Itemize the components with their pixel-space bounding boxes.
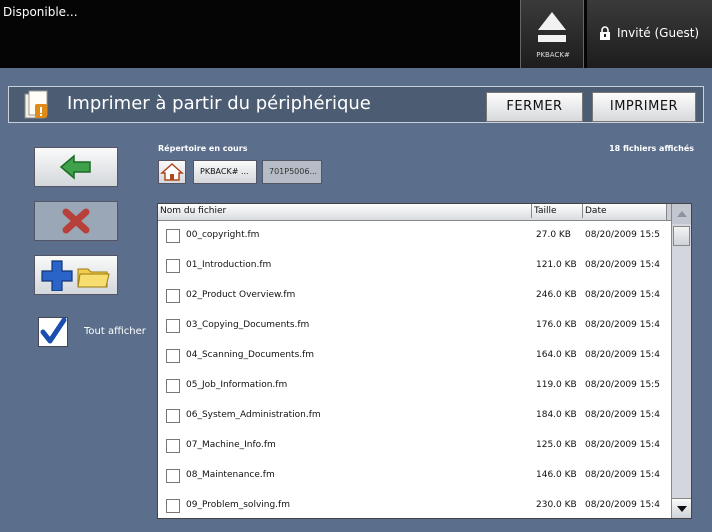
file-size: 176.0 KB bbox=[536, 320, 577, 330]
file-date: 08/20/2009 15:4 bbox=[585, 290, 660, 300]
file-date: 08/20/2009 15:4 bbox=[585, 470, 660, 480]
file-size: 27.0 KB bbox=[536, 230, 571, 240]
file-date: 08/20/2009 15:4 bbox=[585, 350, 660, 360]
home-icon bbox=[160, 162, 184, 181]
file-name: 07_Machine_Info.fm bbox=[186, 440, 276, 450]
show-all-label: Tout afficher bbox=[84, 326, 146, 337]
file-name: 00_copyright.fm bbox=[186, 230, 260, 240]
file-size: 119.0 KB bbox=[536, 380, 577, 390]
row-checkbox[interactable] bbox=[166, 409, 180, 423]
file-name: 04_Scanning_Documents.fm bbox=[186, 350, 315, 360]
vertical-scrollbar[interactable] bbox=[671, 204, 691, 518]
file-date: 08/20/2009 15:4 bbox=[585, 410, 660, 420]
document-icon bbox=[24, 90, 48, 119]
file-date: 08/20/2009 15:5 bbox=[585, 380, 660, 390]
table-row[interactable]: 01_Introduction.fm 121.0 KB 08/20/2009 1… bbox=[158, 251, 670, 281]
guest-user-button[interactable]: Invité (Guest) bbox=[587, 0, 712, 68]
row-checkbox[interactable] bbox=[166, 319, 180, 333]
home-directory-button[interactable] bbox=[158, 160, 186, 184]
row-checkbox[interactable] bbox=[166, 499, 180, 513]
file-name: 01_Introduction.fm bbox=[186, 260, 272, 270]
table-row[interactable]: 03_Copying_Documents.fm 176.0 KB 08/20/2… bbox=[158, 311, 670, 341]
guest-label: Invité (Guest) bbox=[617, 26, 700, 40]
file-size: 125.0 KB bbox=[536, 440, 577, 450]
breadcrumb-current-folder[interactable]: 701P5006... bbox=[262, 160, 322, 184]
file-name: 05_Job_Information.fm bbox=[186, 380, 288, 390]
row-checkbox[interactable] bbox=[166, 349, 180, 363]
row-checkbox[interactable] bbox=[166, 289, 180, 303]
row-checkbox[interactable] bbox=[166, 439, 180, 453]
print-button[interactable]: IMPRIMER bbox=[592, 92, 696, 122]
file-list-table: Nom du fichier Taille Date 00_copyright.… bbox=[157, 203, 692, 519]
back-arrow-icon bbox=[59, 154, 91, 180]
file-size: 184.0 KB bbox=[536, 410, 577, 420]
scroll-down-button[interactable] bbox=[672, 498, 691, 518]
eject-icon bbox=[538, 12, 566, 42]
file-name: 08_Maintenance.fm bbox=[186, 470, 275, 480]
top-status-bar: Disponible... PKBACK# Invité (Guest) bbox=[0, 0, 712, 68]
table-row[interactable]: 04_Scanning_Documents.fm 164.0 KB 08/20/… bbox=[158, 341, 670, 371]
table-row[interactable]: 05_Job_Information.fm 119.0 KB 08/20/200… bbox=[158, 371, 670, 401]
row-checkbox[interactable] bbox=[166, 259, 180, 273]
delete-button[interactable] bbox=[34, 201, 118, 241]
table-row[interactable]: 08_Maintenance.fm 146.0 KB 08/20/2009 15… bbox=[158, 461, 670, 491]
row-checkbox[interactable] bbox=[166, 469, 180, 483]
file-name: 02_Product Overview.fm bbox=[186, 290, 296, 300]
file-date: 08/20/2009 15:5 bbox=[585, 230, 660, 240]
column-header-date[interactable]: Date bbox=[582, 204, 607, 218]
delete-x-icon bbox=[62, 208, 90, 234]
file-name: 03_Copying_Documents.fm bbox=[186, 320, 310, 330]
pkback-eject-button[interactable]: PKBACK# bbox=[520, 0, 584, 68]
file-size: 121.0 KB bbox=[536, 260, 577, 270]
add-folder-icon bbox=[41, 260, 110, 291]
current-directory-label: Répertoire en cours bbox=[158, 144, 248, 153]
breadcrumb-pkback[interactable]: PKBACK# ... bbox=[193, 160, 257, 184]
file-name: 09_Problem_solving.fm bbox=[186, 500, 290, 510]
page-title: Imprimer à partir du périphérique bbox=[67, 93, 371, 114]
file-size: 146.0 KB bbox=[536, 470, 577, 480]
show-all-checkbox[interactable] bbox=[38, 317, 68, 347]
scroll-thumb[interactable] bbox=[673, 226, 690, 246]
file-size: 246.0 KB bbox=[536, 290, 577, 300]
column-header-size[interactable]: Taille bbox=[531, 204, 557, 218]
file-date: 08/20/2009 15:4 bbox=[585, 500, 660, 510]
file-date: 08/20/2009 15:4 bbox=[585, 320, 660, 330]
table-row[interactable]: 07_Machine_Info.fm 125.0 KB 08/20/2009 1… bbox=[158, 431, 670, 461]
pkback-label: PKBACK# bbox=[536, 51, 570, 59]
file-size: 230.0 KB bbox=[536, 500, 577, 510]
lock-icon bbox=[600, 26, 610, 40]
close-button[interactable]: FERMER bbox=[486, 92, 583, 122]
file-size: 164.0 KB bbox=[536, 350, 577, 360]
file-name: 06_System_Administration.fm bbox=[186, 410, 321, 420]
status-text: Disponible... bbox=[3, 5, 78, 19]
file-date: 08/20/2009 15:4 bbox=[585, 260, 660, 270]
file-date: 08/20/2009 15:4 bbox=[585, 440, 660, 450]
row-checkbox[interactable] bbox=[166, 379, 180, 393]
table-header: Nom du fichier Taille Date bbox=[158, 204, 673, 221]
file-count-label: 18 fichiers affichés bbox=[609, 144, 694, 153]
chevron-up-icon bbox=[677, 211, 687, 217]
table-row[interactable]: 06_System_Administration.fm 184.0 KB 08/… bbox=[158, 401, 670, 431]
row-checkbox[interactable] bbox=[166, 229, 180, 243]
table-row[interactable]: 02_Product Overview.fm 246.0 KB 08/20/20… bbox=[158, 281, 670, 311]
table-row[interactable]: 09_Problem_solving.fm 230.0 KB 08/20/200… bbox=[158, 491, 670, 518]
checkmark-icon bbox=[40, 317, 67, 344]
add-folder-button[interactable] bbox=[34, 255, 118, 295]
back-button[interactable] bbox=[34, 147, 118, 187]
scroll-up-button[interactable] bbox=[672, 204, 691, 224]
table-row[interactable]: 00_copyright.fm 27.0 KB 08/20/2009 15:5 bbox=[158, 221, 670, 251]
chevron-down-icon bbox=[677, 506, 687, 512]
column-header-name[interactable]: Nom du fichier bbox=[160, 206, 226, 216]
